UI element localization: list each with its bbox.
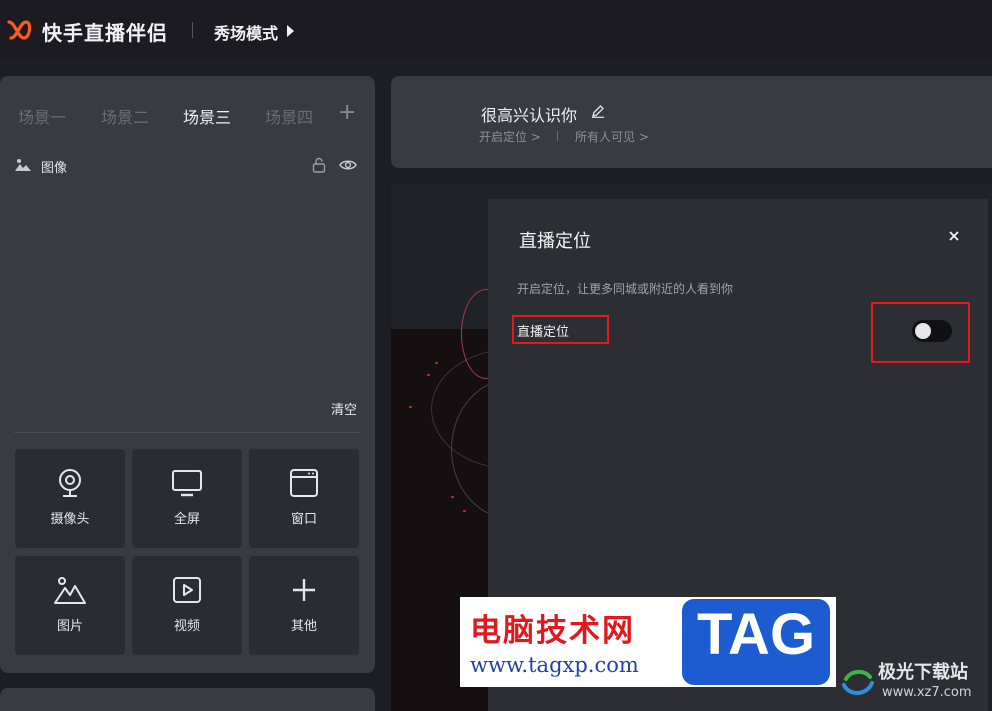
eye-icon[interactable] xyxy=(339,158,357,172)
source-video-button[interactable]: 视频 xyxy=(132,556,242,655)
corner-site-url: www.xz7.com xyxy=(882,685,972,700)
watermark-site-name: 电脑技术网 xyxy=(470,613,635,649)
corner-watermark: 极光下载站 www.xz7.com xyxy=(838,657,988,707)
dialog-description: 开启定位，让更多同城或附近的人看到你 xyxy=(517,282,734,296)
stream-title: 很高兴认识你 xyxy=(481,106,578,125)
scene-tabs: 场景一 场景二 场景三 场景四 + xyxy=(18,100,368,128)
highlight-box-label xyxy=(512,315,609,344)
source-label: 窗口 xyxy=(290,512,317,527)
plus-icon xyxy=(293,579,315,601)
kuaishou-logo-icon xyxy=(7,20,32,40)
profile-card: 很高兴认识你 开启定位 > 所有人可见 > xyxy=(391,76,992,168)
watermark-banner: 电脑技术网 www.tagxp.com 确定 TAG xyxy=(460,597,836,687)
swirl-logo-icon xyxy=(842,670,874,695)
source-camera-button[interactable]: 摄像头 xyxy=(15,449,125,548)
source-label: 视频 xyxy=(173,619,200,634)
camera-icon xyxy=(59,469,81,497)
image-icon xyxy=(15,159,31,171)
lower-panel xyxy=(0,688,375,711)
add-scene-button[interactable]: + xyxy=(338,100,356,125)
video-icon xyxy=(173,577,201,603)
link-divider xyxy=(557,131,558,141)
source-window-button[interactable]: 窗口 xyxy=(249,449,359,548)
dialog-title: 直播定位 xyxy=(519,231,591,252)
title-bar: 快手直播伴侣 秀场模式 xyxy=(0,0,992,60)
source-label: 全屏 xyxy=(173,512,200,527)
monitor-icon xyxy=(172,470,202,497)
title-divider xyxy=(192,22,193,38)
source-grid: 摄像头 全屏 窗口 图片 视频 其他 xyxy=(15,449,360,655)
source-label: 图片 xyxy=(56,619,83,634)
corner-site-name: 极光下载站 xyxy=(878,662,968,683)
mode-selector[interactable]: 秀场模式 xyxy=(214,20,278,44)
layer-item[interactable]: 图像 xyxy=(14,156,360,178)
tab-scene-4[interactable]: 场景四 xyxy=(265,104,313,128)
tab-scene-1[interactable]: 场景一 xyxy=(18,104,66,128)
watermark-site-url: www.tagxp.com xyxy=(470,653,639,677)
mode-arrow-icon[interactable] xyxy=(287,25,294,37)
source-other-button[interactable]: 其他 xyxy=(249,556,359,655)
highlight-box-toggle xyxy=(871,302,970,363)
source-label: 其他 xyxy=(290,619,317,634)
divider xyxy=(14,432,360,433)
unlock-icon[interactable] xyxy=(312,157,326,173)
layer-label: 图像 xyxy=(41,161,68,176)
source-picture-button[interactable]: 图片 xyxy=(15,556,125,655)
window-icon xyxy=(290,469,318,497)
tab-scene-3[interactable]: 场景三 xyxy=(183,104,231,128)
app-title: 快手直播伴侣 xyxy=(42,21,168,45)
edit-icon[interactable] xyxy=(591,104,605,118)
source-fullscreen-button[interactable]: 全屏 xyxy=(132,449,242,548)
location-link[interactable]: 开启定位 > xyxy=(479,128,541,145)
source-label: 摄像头 xyxy=(50,512,90,527)
close-icon[interactable] xyxy=(947,229,961,243)
clear-button[interactable]: 清空 xyxy=(331,399,357,418)
scene-panel: 场景一 场景二 场景三 场景四 + 图像 清空 摄像头 全屏 窗口 图片 视频 … xyxy=(0,76,375,673)
visibility-link[interactable]: 所有人可见 > xyxy=(575,128,649,145)
picture-icon xyxy=(54,577,86,604)
tab-scene-2[interactable]: 场景二 xyxy=(101,104,149,128)
watermark-tag-text: TAG xyxy=(696,602,816,667)
watermark-tag-logo: TAG xyxy=(682,599,830,685)
